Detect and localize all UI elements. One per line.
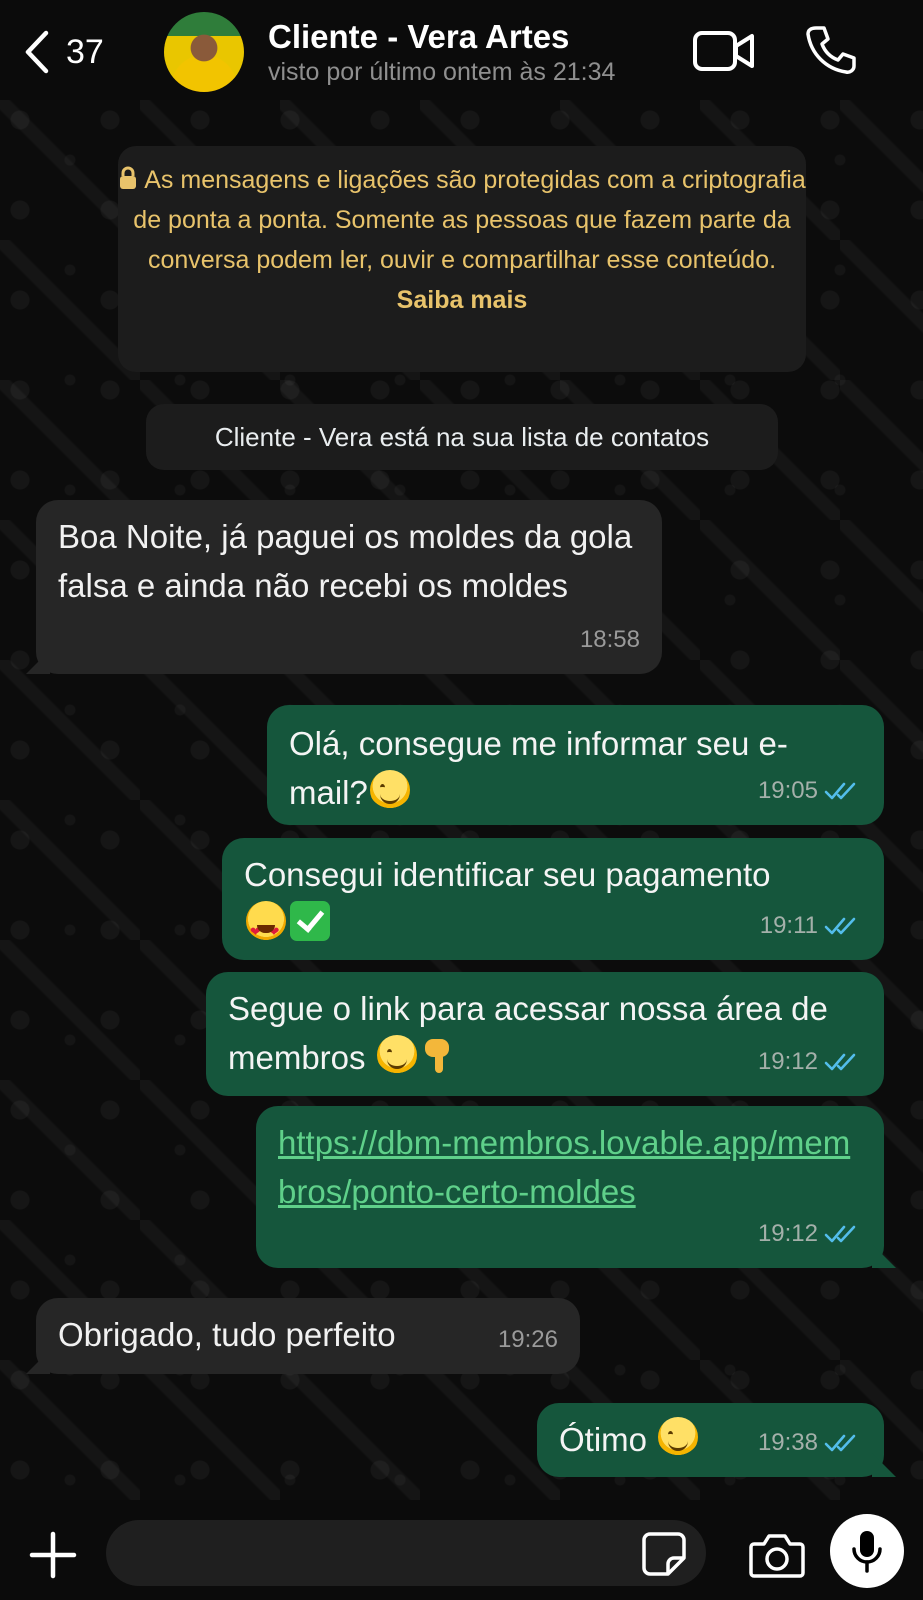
double-check-icon [824, 782, 856, 799]
double-check-icon [824, 1225, 856, 1242]
double-check-icon [824, 1434, 856, 1451]
message-text: Consegui identificar seu pagamento [244, 856, 771, 893]
message-bubble-outgoing[interactable]: Ótimo 19:38 [537, 1403, 884, 1477]
chat-header: 37 Cliente - Vera Artes visto por último… [0, 0, 923, 100]
message-text: Boa Noite, já paguei os moldes da gola f… [58, 518, 633, 604]
message-time: 19:05 [757, 777, 818, 804]
sticker-icon [642, 1532, 686, 1576]
learn-more-link[interactable]: Saiba mais [118, 280, 806, 320]
camera-button[interactable] [748, 1530, 806, 1580]
plus-icon [29, 1531, 77, 1579]
message-text: Obrigado, tudo perfeito [58, 1316, 396, 1353]
chevron-left-icon [25, 30, 49, 74]
contact-list-notice: Cliente - Vera está na sua lista de cont… [146, 404, 778, 470]
phone-icon [806, 26, 856, 74]
message-bubble-outgoing[interactable]: Segue o link para acessar nossa área de … [206, 972, 884, 1096]
message-bubble-outgoing[interactable]: https://dbm-membros.lovable.app/membros/… [256, 1106, 884, 1268]
message-time: 19:11 [759, 912, 818, 939]
lock-icon [120, 166, 137, 189]
message-time: 19:38 [757, 1429, 818, 1456]
message-time: 19:12 [757, 1048, 818, 1075]
message-time: 19:12 [757, 1220, 818, 1247]
member-area-link[interactable]: https://dbm-membros.lovable.app/membros/… [278, 1118, 862, 1216]
smiling-face-emoji [376, 1035, 417, 1075]
last-seen-status: visto por último ontem às 21:34 [268, 58, 616, 86]
heart-eyes-emoji [246, 901, 286, 956]
double-check-icon [824, 1053, 856, 1070]
encryption-notice[interactable]: As mensagens e ligações são protegidas c… [118, 146, 806, 372]
video-call-button[interactable] [692, 26, 756, 76]
sticker-button[interactable] [640, 1530, 688, 1578]
unread-count: 37 [66, 32, 104, 71]
encryption-text: As mensagens e ligações são protegidas c… [118, 146, 806, 280]
double-check-icon [824, 917, 856, 934]
avatar[interactable] [164, 12, 244, 92]
camera-icon [749, 1534, 805, 1578]
message-text: Ótimo [559, 1421, 648, 1458]
smiling-face-emoji [658, 1417, 699, 1457]
message-time: 19:26 [497, 1326, 558, 1353]
contact-name[interactable]: Cliente - Vera Artes [268, 18, 569, 56]
message-time: 18:58 [579, 626, 640, 653]
microphone-button[interactable] [830, 1514, 904, 1588]
microphone-icon [852, 1531, 882, 1573]
encryption-message: As mensagens e ligações são protegidas c… [133, 166, 806, 274]
smiling-face-emoji [369, 770, 410, 810]
video-camera-icon [693, 31, 754, 71]
pointing-down-emoji [421, 1035, 453, 1075]
message-bubble-outgoing[interactable]: Consegui identificar seu pagamento 19:11 [222, 838, 884, 960]
check-mark-emoji [290, 901, 330, 941]
voice-call-button[interactable] [802, 22, 858, 78]
message-input[interactable] [106, 1520, 706, 1586]
message-input-bar [0, 1500, 923, 1600]
message-bubble-outgoing[interactable]: Olá, consegue me informar seu e-mail? 19… [267, 705, 884, 825]
message-text: Segue o link para acessar nossa área de … [228, 990, 828, 1076]
message-bubble-incoming[interactable]: Obrigado, tudo perfeito 19:26 [36, 1298, 580, 1374]
message-text: Olá, consegue me informar seu e-mail? [289, 725, 788, 811]
back-button[interactable]: 37 [22, 26, 132, 78]
message-bubble-incoming[interactable]: Boa Noite, já paguei os moldes da gola f… [36, 500, 662, 674]
attach-button[interactable] [24, 1526, 82, 1584]
